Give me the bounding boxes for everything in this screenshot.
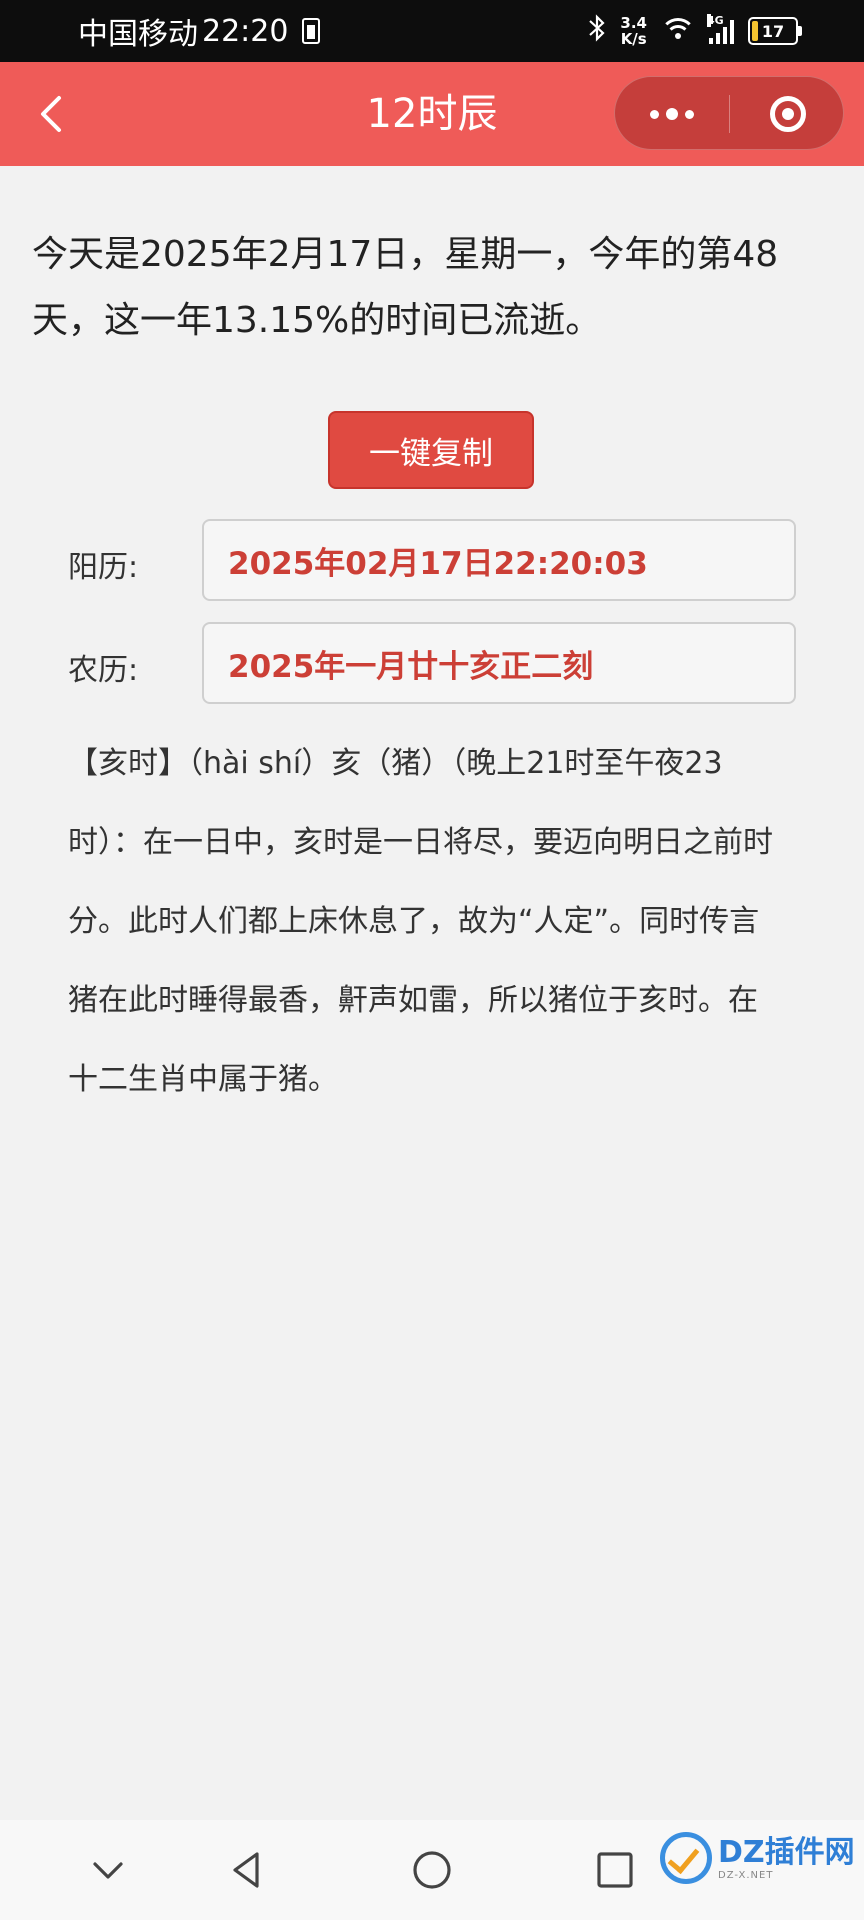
status-right: 3.4 K/s 4G 17 <box>588 0 802 62</box>
status-time: 22:20 <box>202 13 289 49</box>
app-header: 12时辰 <box>0 62 864 166</box>
network-type: 4G <box>707 14 724 27</box>
nav-recents-button[interactable] <box>590 1845 640 1895</box>
watermark-logo-icon <box>660 1832 712 1884</box>
system-nav-bar: DZ插件网 DZ-X.NET <box>0 1820 864 1920</box>
watermark: DZ插件网 DZ-X.NET <box>660 1832 855 1884</box>
battery-saver-icon <box>302 18 321 44</box>
lunar-label: 农历: <box>68 653 139 688</box>
target-close-icon <box>769 96 806 132</box>
network-speed: 3.4 K/s <box>620 15 647 47</box>
recents-square-icon <box>597 1852 633 1888</box>
nav-home-button[interactable] <box>407 1845 457 1895</box>
speed-unit: K/s <box>620 30 647 48</box>
nav-hide-button[interactable] <box>83 1845 133 1895</box>
cell-signal-icon: 4G <box>707 14 734 44</box>
status-left: 中国移动 22:20 <box>78 0 321 62</box>
watermark-sub: DZ-X.NET <box>718 1869 774 1881</box>
date-summary: 今天是2025年2月17日，星期一，今年的第48天，这一年13.15%的时间已流… <box>32 234 779 341</box>
status-bar: 中国移动 22:20 3.4 K/s 4G 17 <box>0 0 864 62</box>
shichen-description: 【亥时】（hài shí）亥（猪）（晚上21时至午夜23时）：在一日中，亥时是一… <box>68 746 773 1097</box>
battery-level: 17 <box>761 21 785 41</box>
more-button[interactable] <box>615 77 729 151</box>
nav-back-button[interactable] <box>222 1845 272 1895</box>
solar-date-field[interactable]: 2025年02月17日22:20:03 <box>202 519 796 601</box>
mini-program-capsule <box>614 76 844 150</box>
carrier-name: 中国移动 <box>78 17 198 52</box>
wifi-icon <box>660 18 696 44</box>
speed-value: 3.4 <box>620 14 647 32</box>
copy-button[interactable]: 一键复制 <box>328 411 534 489</box>
more-dots-icon <box>650 108 694 120</box>
lunar-date-field[interactable]: 2025年一月廿十亥正二刻 <box>202 622 796 704</box>
home-circle-icon <box>413 1851 451 1889</box>
battery-icon: 17 <box>748 17 802 45</box>
bluetooth-icon <box>588 13 606 49</box>
solar-label: 阳历: <box>68 550 139 585</box>
watermark-text: DZ插件网 <box>718 1834 855 1870</box>
back-triangle-icon <box>233 1852 259 1888</box>
close-button[interactable] <box>730 77 845 151</box>
chevron-down-icon <box>93 1862 123 1879</box>
